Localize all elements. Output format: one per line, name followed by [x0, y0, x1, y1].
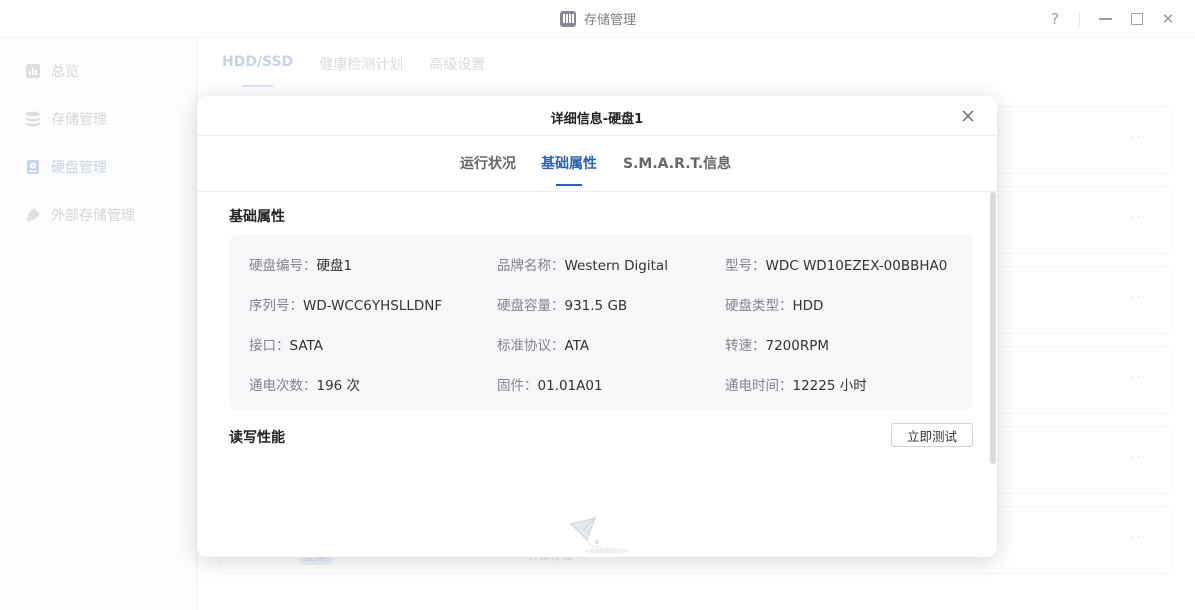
dialog-tabs: 运行状况 基础属性 S.M.A.R.T.信息: [197, 136, 997, 192]
prop-value: ATA: [564, 338, 590, 354]
prop-label: 固件：: [497, 378, 538, 394]
prop-power-cycles: 通电次数：196 次: [249, 374, 360, 394]
prop-label: 通电次数：: [249, 378, 317, 394]
empty-state-illustration: [567, 506, 637, 557]
dialog-title: 详细信息-硬盘1: [550, 112, 644, 127]
prop-value: HDD: [792, 298, 824, 314]
rw-performance-heading: 读写性能: [229, 430, 285, 446]
prop-label: 通电时间：: [725, 378, 793, 394]
prop-serial: 序列号：WD-WCC6YHSLLDNF: [249, 294, 442, 314]
prop-brand: 品牌名称：Western Digital: [497, 254, 668, 274]
prop-rpm: 转速：7200RPM: [725, 334, 829, 354]
dialog-close-button[interactable]: [957, 105, 979, 127]
prop-value: WDC WD10EZEX-00BBHA0: [765, 258, 948, 274]
basic-properties-heading: 基础属性: [229, 209, 285, 225]
tab-basic-properties[interactable]: 基础属性: [541, 153, 597, 186]
prop-power-on-hours: 通电时间：12225 小时: [725, 374, 867, 394]
disk-detail-dialog: 详细信息-硬盘1 运行状况 基础属性 S.M.A.R.T.信息 基础属性 硬盘编…: [197, 96, 997, 557]
prop-firmware: 固件：01.01A01: [497, 374, 603, 394]
paper-plane-icon: [570, 517, 629, 554]
prop-value: 7200RPM: [765, 338, 830, 354]
prop-label: 硬盘容量：: [497, 298, 565, 314]
prop-label: 硬盘类型：: [725, 298, 793, 314]
prop-value: 931.5 GB: [564, 298, 628, 314]
tab-running-status[interactable]: 运行状况: [460, 153, 516, 173]
prop-value: 硬盘1: [316, 258, 353, 274]
prop-label: 品牌名称：: [497, 258, 565, 274]
close-icon: [962, 110, 974, 122]
prop-label: 接口：: [249, 338, 290, 354]
prop-value: 12225 小时: [792, 378, 867, 394]
dialog-scrollbar-thumb[interactable]: [990, 192, 996, 464]
prop-label: 序列号：: [249, 298, 303, 314]
properties-panel: 硬盘编号：硬盘1 品牌名称：Western Digital 型号：WDC WD1…: [229, 235, 973, 410]
prop-label: 转速：: [725, 338, 766, 354]
dialog-header: 详细信息-硬盘1: [197, 96, 997, 136]
prop-capacity: 硬盘容量：931.5 GB: [497, 294, 627, 314]
prop-label: 硬盘编号：: [249, 258, 317, 274]
prop-disk-number: 硬盘编号：硬盘1: [249, 254, 352, 274]
prop-protocol: 标准协议：ATA: [497, 334, 589, 354]
prop-value: 01.01A01: [537, 378, 603, 394]
prop-value: Western Digital: [564, 258, 668, 274]
prop-value: 196 次: [316, 378, 361, 394]
prop-label: 标准协议：: [497, 338, 565, 354]
prop-interface: 接口：SATA: [249, 334, 323, 354]
prop-value: SATA: [289, 338, 323, 354]
prop-model: 型号：WDC WD10EZEX-00BBHA0: [725, 254, 947, 274]
tab-smart-info[interactable]: S.M.A.R.T.信息: [623, 153, 731, 173]
prop-value: WD-WCC6YHSLLDNF: [303, 298, 443, 314]
prop-label: 型号：: [725, 258, 766, 274]
prop-disk-type: 硬盘类型：HDD: [725, 294, 823, 314]
run-test-button[interactable]: 立即测试: [891, 423, 973, 447]
